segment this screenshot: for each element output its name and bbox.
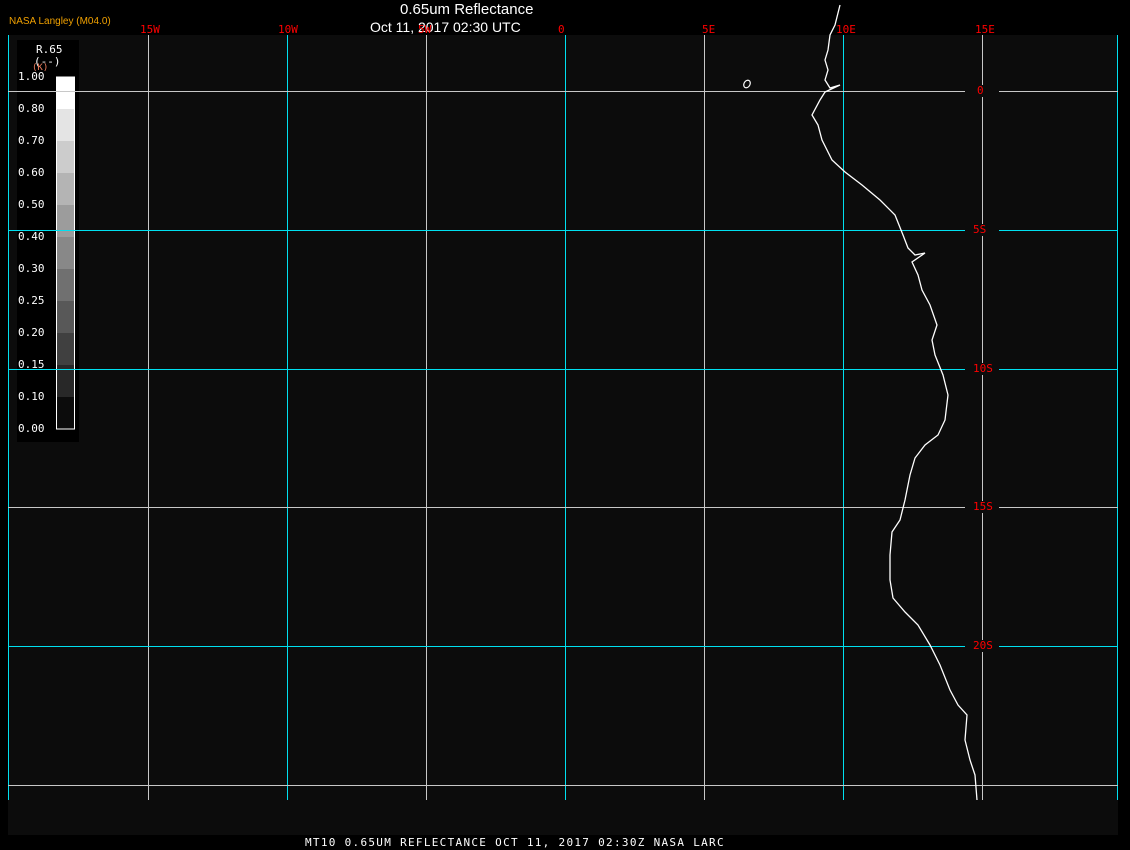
legend-label: 1.00 xyxy=(18,70,45,83)
satellite-map xyxy=(8,4,1118,835)
legend-swatch xyxy=(57,269,74,301)
legend-label: 0.25 xyxy=(18,294,45,307)
map-title: 0.65um Reflectance xyxy=(400,1,534,18)
longitude-label: 0 xyxy=(558,23,565,36)
legend-label: 0.00 xyxy=(18,422,45,435)
longitude-label: 15W xyxy=(140,23,160,36)
longitude-label: 5W xyxy=(418,23,432,36)
legend-swatch xyxy=(57,205,74,237)
legend-label: 0.20 xyxy=(18,326,45,339)
legend-label: 0.70 xyxy=(18,134,45,147)
brand-label: NASA Langley (M04.0) xyxy=(9,16,111,27)
legend-swatch xyxy=(57,141,74,173)
legend-swatch xyxy=(57,109,74,141)
legend-swatch xyxy=(57,301,74,333)
legend-label: 0.80 xyxy=(18,102,45,115)
legend-label: 0.10 xyxy=(18,390,45,403)
footer-caption: MT10 0.65UM REFLECTANCE OCT 11, 2017 02:… xyxy=(305,836,725,849)
legend-swatch xyxy=(57,173,74,205)
legend-label: 0.30 xyxy=(18,262,45,275)
legend-label: 0.15 xyxy=(18,358,45,371)
legend-swatch xyxy=(57,333,74,365)
latitude-label: 20S xyxy=(973,639,993,652)
longitude-label: 10W xyxy=(278,23,298,36)
legend-swatch xyxy=(57,77,74,109)
map-background xyxy=(8,35,1118,835)
legend-label: 0.50 xyxy=(18,198,45,211)
longitude-label: 15E xyxy=(975,23,995,36)
latitude-label: 5S xyxy=(973,223,987,236)
legend-label: 0.40 xyxy=(18,230,45,243)
latitude-label: 0 xyxy=(977,84,984,97)
legend-label: 0.60 xyxy=(18,166,45,179)
longitude-label: 10E xyxy=(836,23,856,36)
longitude-label: 5E xyxy=(702,23,716,36)
map-timestamp: Oct 11, 2017 02:30 UTC xyxy=(370,19,521,35)
legend-color-bar xyxy=(56,76,75,430)
legend-swatch xyxy=(57,397,74,429)
legend-swatch xyxy=(57,237,74,269)
latitude-label: 10S xyxy=(973,362,993,375)
latitude-label: 15S xyxy=(973,500,993,513)
